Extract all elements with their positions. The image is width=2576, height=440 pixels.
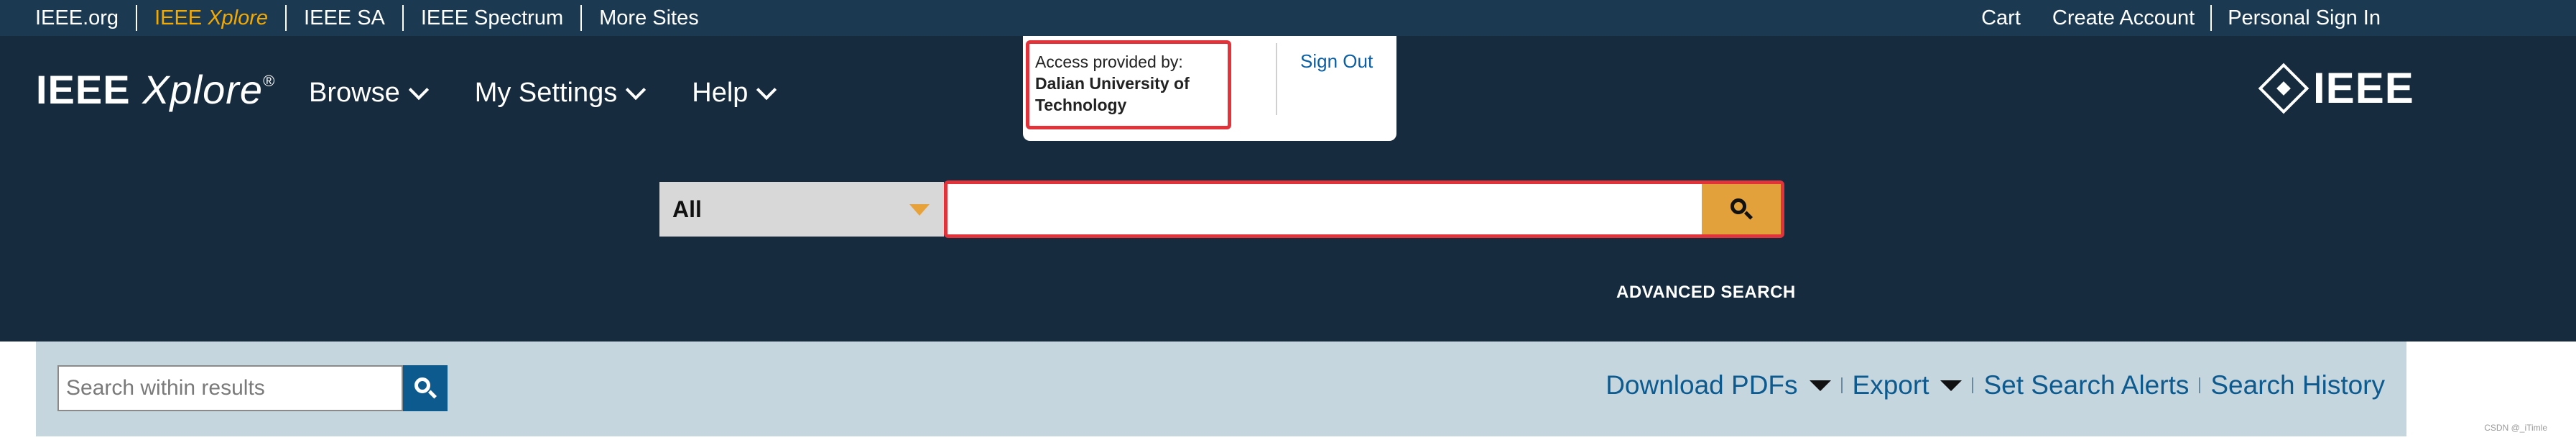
link-ieee-spectrum[interactable]: IEEE Spectrum <box>402 5 580 31</box>
top-utility-bar: IEEE.org IEEE Xplore IEEE SA IEEE Spectr… <box>0 0 2576 36</box>
nav-my-settings-label: My Settings <box>474 78 618 108</box>
export-button[interactable]: Export <box>1853 370 1963 400</box>
nav-my-settings[interactable]: My Settings <box>474 78 647 109</box>
results-actions: Download PDFs Export Set Search Alerts S… <box>1606 370 2385 400</box>
search-icon <box>1731 198 1753 220</box>
institution-access-panel: Access provided by: Dalian University of… <box>1023 36 1396 141</box>
download-pdfs-button[interactable]: Download PDFs <box>1606 370 1831 400</box>
nav-help-label: Help <box>692 78 749 108</box>
nav-help[interactable]: Help <box>692 78 777 109</box>
account-links: Cart Create Account Personal Sign In <box>1965 0 2396 36</box>
link-ieee-org[interactable]: IEEE.org <box>35 5 136 31</box>
global-search: All <box>659 180 1784 238</box>
access-highlight: Access provided by: Dalian University of… <box>1026 40 1231 129</box>
logo-registered-mark: ® <box>263 72 276 90</box>
search-history-link[interactable]: Search History <box>2210 370 2385 400</box>
toolbar-divider <box>2199 377 2201 393</box>
logo-prefix: IEEE <box>36 67 131 112</box>
search-button[interactable] <box>1702 184 1781 234</box>
caret-down-icon <box>909 204 930 216</box>
chevron-down-icon <box>626 79 647 100</box>
link-cart[interactable]: Cart <box>1965 5 2037 31</box>
access-divider <box>1276 43 1277 115</box>
advanced-search-link[interactable]: ADVANCED SEARCH <box>1616 283 1796 303</box>
access-label: Access provided by: <box>1035 52 1183 71</box>
link-ieee-xplore-prefix: IEEE <box>154 6 203 29</box>
results-toolbar: Download PDFs Export Set Search Alerts S… <box>36 342 2406 436</box>
download-pdfs-label: Download PDFs <box>1606 370 1798 400</box>
search-input[interactable] <box>948 184 1702 234</box>
nav-browse-label: Browse <box>309 78 400 108</box>
ieee-xplore-logo[interactable]: IEEE Xplore® <box>36 66 275 113</box>
export-label: Export <box>1852 370 1929 400</box>
link-ieee-sa[interactable]: IEEE SA <box>285 5 402 31</box>
watermark: CSDN @_iTimle <box>2484 423 2547 433</box>
chevron-down-icon <box>408 79 429 100</box>
search-within-button[interactable] <box>403 365 448 411</box>
access-institution: Dalian University of Technology <box>1035 74 1190 114</box>
search-icon <box>414 377 437 399</box>
sign-out-link[interactable]: Sign Out <box>1300 50 1373 73</box>
toolbar-divider <box>1840 377 1843 393</box>
link-ieee-xplore-suffix: Xplore <box>208 6 269 29</box>
link-more-sites[interactable]: More Sites <box>580 5 716 31</box>
logo-suffix: Xplore <box>142 67 264 112</box>
ieee-brand-logo[interactable]: IEEE <box>2258 63 2414 114</box>
link-personal-sign-in[interactable]: Personal Sign In <box>2210 5 2396 31</box>
link-create-account[interactable]: Create Account <box>2037 5 2210 31</box>
site-links: IEEE.org IEEE Xplore IEEE SA IEEE Spectr… <box>35 0 716 36</box>
nav-browse[interactable]: Browse <box>309 78 429 109</box>
search-scope-select[interactable]: All <box>659 182 944 237</box>
chevron-down-icon <box>756 79 777 100</box>
search-highlight <box>944 180 1784 238</box>
caret-down-icon <box>1809 380 1831 391</box>
search-within-input[interactable] <box>57 365 403 411</box>
ieee-diamond-icon <box>2258 63 2309 114</box>
link-ieee-xplore[interactable]: IEEE Xplore <box>136 5 285 31</box>
ieee-brand-text: IEEE <box>2313 64 2414 112</box>
set-search-alerts-link[interactable]: Set Search Alerts <box>1983 370 2189 400</box>
main-nav: Browse My Settings Help <box>309 78 823 109</box>
toolbar-divider <box>1972 377 1974 393</box>
search-scope-value: All <box>672 196 702 222</box>
search-within-results <box>57 365 448 411</box>
caret-down-icon <box>1940 380 1963 391</box>
